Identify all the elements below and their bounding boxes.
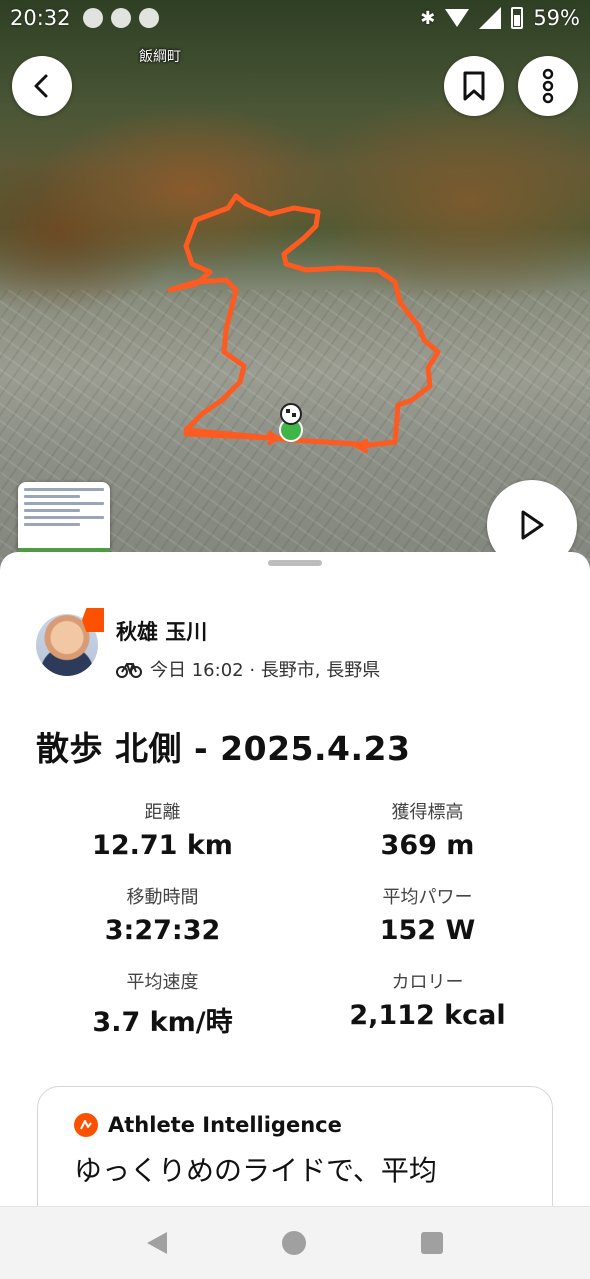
stat-value: 3.7 km/時 xyxy=(92,1007,233,1038)
stat-calories: カロリー 2,112 kcal xyxy=(295,968,560,1039)
battery-icon xyxy=(511,7,524,29)
chevron-left-icon xyxy=(34,74,48,98)
stats-grid: 距離 12.71 km 獲得標高 369 m 移動時間 3:27:32 平均パワ… xyxy=(30,798,560,1039)
stat-label: 平均速度 xyxy=(126,972,199,993)
stat-value: 369 m xyxy=(380,830,475,861)
activity-date-location: 今日 16:02 · 長野市, 長野県 xyxy=(150,660,381,681)
finish-marker xyxy=(280,403,302,425)
nav-recents-icon[interactable] xyxy=(420,1232,443,1254)
activity-sheet: 秋雄 玉川 今日 16:02 · 長野市, 長野県 散歩 北側 - 2025.4… xyxy=(0,552,590,1212)
back-button[interactable] xyxy=(12,56,72,116)
stat-value: 152 W xyxy=(379,915,476,946)
stat-distance: 距離 12.71 km xyxy=(30,798,295,861)
bluetooth-icon: ✱ xyxy=(420,7,436,29)
stat-value: 2,112 kcal xyxy=(349,1000,506,1031)
facebook-icon xyxy=(82,8,103,28)
stat-label: 移動時間 xyxy=(126,887,199,908)
route-map[interactable]: 飯綱町 20:32 ✱ 59% xyxy=(0,0,590,600)
bookmark-button[interactable] xyxy=(444,56,504,116)
photo-thumbnail[interactable] xyxy=(18,482,110,562)
subscriber-badge xyxy=(82,608,104,632)
system-nav-bar xyxy=(0,1206,590,1279)
athlete-intelligence-title: Athlete Intelligence xyxy=(108,1113,342,1137)
more-vertical-icon xyxy=(542,68,554,104)
stat-avg-speed: 平均速度 3.7 km/時 xyxy=(30,968,295,1039)
stat-label: カロリー xyxy=(391,972,464,993)
stat-avg-power: 平均パワー 152 W xyxy=(295,883,560,946)
status-time: 20:32 xyxy=(10,6,71,30)
signal-icon xyxy=(479,7,502,29)
athlete-intelligence-text: ゆっくりめのライドで、平均 xyxy=(74,1154,437,1187)
image-icon xyxy=(138,8,159,28)
stat-label: 距離 xyxy=(144,802,181,823)
athlete-intelligence-card[interactable]: Athlete Intelligence ゆっくりめのライドで、平均 xyxy=(37,1086,553,1212)
nav-back-icon[interactable] xyxy=(147,1232,168,1254)
nav-home-icon[interactable] xyxy=(281,1231,306,1255)
activity-title: 散歩 北側 - 2025.4.23 xyxy=(36,729,411,768)
bike-icon xyxy=(116,663,142,678)
more-options-button[interactable] xyxy=(518,56,578,116)
athlete-name[interactable]: 秋雄 玉川 xyxy=(116,616,380,646)
stat-label: 獲得標高 xyxy=(391,802,464,823)
battery-percent: 59% xyxy=(533,6,580,30)
bookmark-icon xyxy=(463,71,485,101)
stat-moving-time: 移動時間 3:27:32 xyxy=(30,883,295,946)
activity-meta: 今日 16:02 · 長野市, 長野県 xyxy=(116,656,380,682)
sheet-drag-handle[interactable] xyxy=(268,560,322,566)
stat-elevation-gain: 獲得標高 369 m xyxy=(295,798,560,861)
athlete-intelligence-icon xyxy=(74,1113,98,1137)
stat-value: 12.71 km xyxy=(92,830,233,861)
wifi-icon xyxy=(445,9,470,27)
stat-value: 3:27:32 xyxy=(104,915,221,946)
status-bar: 20:32 ✱ 59% xyxy=(0,0,590,36)
stat-label: 平均パワー xyxy=(382,887,473,908)
messenger-icon xyxy=(110,8,131,28)
play-icon xyxy=(521,510,544,540)
